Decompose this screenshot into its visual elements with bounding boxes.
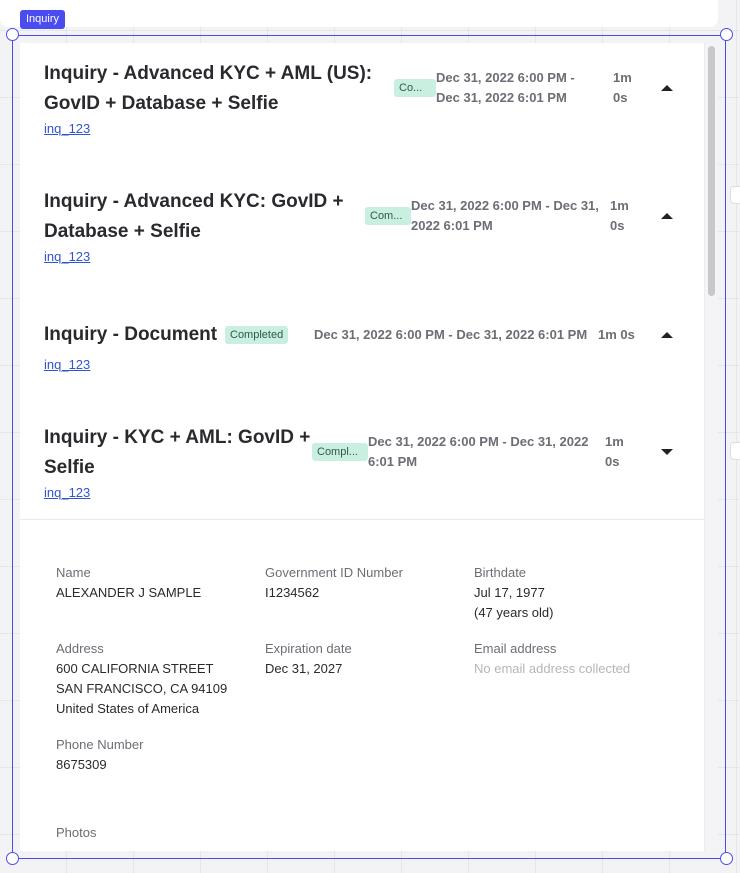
expiration-date-field: Expiration date Dec 31, 2027 [265, 639, 465, 679]
top-panel-strip [0, 0, 718, 27]
inquiry-title-line: Inquiry - Advanced KYC + AML (US): [44, 63, 373, 84]
duration: 1m 0s [598, 327, 635, 342]
status-badge: Com... [365, 207, 411, 225]
edge-handle [730, 442, 740, 460]
phone-number-field: Phone Number 8675309 [56, 735, 256, 775]
resize-handle-top-right[interactable] [720, 28, 733, 41]
field-value: Dec 31, 2027 [265, 661, 343, 676]
inquiry-title-line: Selfie [44, 457, 95, 478]
resize-handle-bottom-right[interactable] [720, 852, 733, 865]
status-badge: Completed [225, 326, 289, 344]
date-line: 6:01 PM [368, 454, 418, 469]
status-badge: Co... [394, 79, 436, 97]
inquiry-title-line: GovID + Database + Selfie [44, 93, 279, 114]
collapse-chevron-icon[interactable] [661, 213, 673, 219]
inquiry-title: Inquiry - KYC + AML: GovID + Selfie [44, 423, 310, 483]
inquiry-title-line: Inquiry - KYC + AML: GovID + [44, 427, 311, 448]
inquiry-title: Inquiry - Advanced KYC: GovID + Database… [44, 187, 344, 247]
field-value: ALEXANDER J SAMPLE [56, 585, 202, 600]
field-label: Phone Number [56, 737, 144, 752]
duration-line: 0s [605, 454, 620, 469]
status-badge: Compl... [312, 443, 368, 461]
duration-line: 0s [610, 218, 625, 233]
inquiry-row: Inquiry - Document Completed Dec 31, 202… [44, 320, 684, 380]
date-line: Dec 31, 2022 6:00 PM - Dec 31, 2022 [368, 434, 589, 449]
inquiry-title-line: Database + Selfie [44, 221, 201, 242]
scrollbar-thumb[interactable] [708, 46, 715, 296]
inquiry-title: Inquiry - Document [44, 324, 218, 345]
inquiry-row: Inquiry - KYC + AML: GovID + Selfie Comp… [44, 423, 684, 503]
inquiry-title: Inquiry - Advanced KYC + AML (US): GovID… [44, 59, 372, 119]
government-id-field: Government ID Number I1234562 [265, 563, 465, 603]
address-field: Address 600 CALIFORNIA STREET SAN FRANCI… [56, 639, 256, 719]
field-label: Government ID Number [265, 565, 403, 580]
inquiry-row: Inquiry - Advanced KYC: GovID + Database… [44, 187, 684, 267]
duration-line: 1m [613, 70, 632, 85]
date-range: Dec 31, 2022 6:00 PM - Dec 31, 2022 6:01… [314, 327, 588, 342]
duration-line: 1m [610, 198, 629, 213]
inquiry-panel: Inquiry - Advanced KYC + AML (US): GovID… [20, 43, 718, 851]
selection-label: Inquiry [20, 10, 66, 29]
field-label: Expiration date [265, 641, 352, 656]
field-value: SAN FRANCISCO, CA 94109 [56, 681, 228, 696]
inquiry-title-line: Inquiry - Advanced KYC: GovID + [44, 191, 344, 212]
resize-handle-bottom-left[interactable] [6, 852, 19, 865]
duration: 1m 0s [610, 196, 629, 236]
scrollbar[interactable] [704, 43, 718, 851]
field-label: Name [56, 565, 91, 580]
field-value: 8675309 [56, 757, 107, 772]
inquiry-id-link[interactable]: inq_123 [44, 357, 90, 372]
duration: 1m 0s [605, 432, 624, 472]
field-value: 600 CALIFORNIA STREET [56, 661, 214, 676]
date-range: Dec 31, 2022 6:00 PM - Dec 31, 2022 6:01… [368, 432, 588, 472]
birthdate-field: Birthdate Jul 17, 1977 (47 years old) [474, 563, 674, 623]
field-value: Jul 17, 1977 [474, 585, 545, 600]
expand-chevron-icon[interactable] [661, 449, 673, 455]
date-range: Dec 31, 2022 6:00 PM - Dec 31, 2022 6:01… [436, 68, 575, 108]
inquiry-id-link[interactable]: inq_123 [44, 249, 90, 264]
duration: 1m 0s [613, 68, 632, 108]
section-divider [20, 519, 704, 520]
field-value: No email address collected [474, 661, 631, 676]
duration-line: 0s [613, 90, 628, 105]
field-value: United States of America [56, 701, 200, 716]
inquiry-id-link[interactable]: inq_123 [44, 121, 90, 136]
field-value: I1234562 [265, 585, 320, 600]
email-address-field: Email address No email address collected [474, 639, 674, 679]
photos-section: Photos [56, 823, 256, 843]
inquiry-row: Inquiry - Advanced KYC + AML (US): GovID… [44, 59, 684, 139]
field-label: Photos [56, 825, 97, 840]
collapse-chevron-icon[interactable] [661, 332, 673, 338]
field-value: (47 years old) [474, 605, 554, 620]
resize-handle-top-left[interactable] [6, 28, 19, 41]
field-label: Birthdate [474, 565, 527, 580]
date-line: 2022 6:01 PM [411, 218, 493, 233]
field-label: Address [56, 641, 104, 656]
inquiry-id-link[interactable]: inq_123 [44, 485, 90, 500]
field-label: Email address [474, 641, 557, 656]
date-line: Dec 31, 2022 6:00 PM - [436, 70, 575, 85]
duration-line: 1m [605, 434, 624, 449]
name-field: Name ALEXANDER J SAMPLE [56, 563, 256, 603]
date-range: Dec 31, 2022 6:00 PM - Dec 31, 2022 6:01… [411, 196, 599, 236]
collapse-chevron-icon[interactable] [661, 85, 673, 91]
date-line: Dec 31, 2022 6:00 PM - Dec 31, [411, 198, 599, 213]
edge-handle [730, 186, 740, 204]
date-line: Dec 31, 2022 6:01 PM [436, 90, 567, 105]
